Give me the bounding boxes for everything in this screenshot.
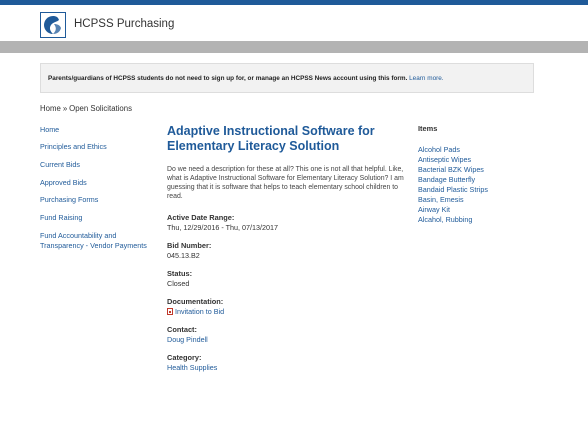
pdf-file-icon bbox=[167, 308, 173, 315]
learn-more-link[interactable]: Learn more. bbox=[409, 75, 443, 82]
contact-link[interactable]: Doug Pindell bbox=[167, 335, 208, 344]
item-link[interactable]: Alcahol, Rubbing bbox=[418, 215, 472, 224]
sidebar-item-fund-raising[interactable]: Fund Raising bbox=[40, 213, 82, 223]
site-header: HCPSS Purchasing bbox=[0, 5, 588, 41]
site-title[interactable]: HCPSS Purchasing bbox=[74, 18, 174, 30]
status-value: Closed bbox=[167, 279, 190, 288]
status-label: Status: bbox=[167, 269, 193, 278]
sidebar-item-current-bids[interactable]: Current Bids bbox=[40, 160, 80, 170]
item-link[interactable]: Alcohol Pads bbox=[418, 145, 460, 154]
documentation-row: Invitation to Bid bbox=[167, 307, 224, 316]
item-link[interactable]: Antiseptic Wipes bbox=[418, 155, 471, 164]
bid-number-value: 045.13.B2 bbox=[167, 251, 200, 260]
page-title: Adaptive Instructional Software for Elem… bbox=[167, 124, 375, 153]
notice-text: Parents/guardians of HCPSS students do n… bbox=[48, 75, 408, 82]
item-link[interactable]: Basin, Emesis bbox=[418, 195, 464, 204]
sidebar-item-purchasing-forms[interactable]: Purchasing Forms bbox=[40, 195, 98, 205]
items-title: Items bbox=[418, 124, 438, 133]
item-link[interactable]: Bacterial BZK Wipes bbox=[418, 165, 484, 174]
breadcrumb: Home» Open Solicitations bbox=[40, 104, 132, 113]
active-date-value: Thu, 12/29/2016 - Thu, 07/13/2017 bbox=[167, 223, 278, 232]
bid-number-label: Bid Number: bbox=[167, 241, 212, 250]
sidebar-item-fund-accountability[interactable]: Fund Accountability and Transparency - V… bbox=[40, 231, 160, 250]
item-link[interactable]: Bandage Butterfly bbox=[418, 175, 475, 184]
breadcrumb-current: Open Solicitations bbox=[69, 104, 132, 113]
active-date-label: Active Date Range: bbox=[167, 213, 235, 222]
nav-bar bbox=[0, 41, 588, 53]
notice-banner: Parents/guardians of HCPSS students do n… bbox=[40, 63, 534, 93]
documentation-label: Documentation: bbox=[167, 297, 224, 306]
invitation-to-bid-link[interactable]: Invitation to Bid bbox=[175, 307, 224, 316]
sidebar-item-approved-bids[interactable]: Approved Bids bbox=[40, 178, 87, 188]
bid-description: Do we need a description for these at al… bbox=[167, 166, 404, 200]
hcpss-logo-icon[interactable] bbox=[40, 12, 66, 38]
category-label: Category: bbox=[167, 353, 202, 362]
item-link[interactable]: Airway Kit bbox=[418, 205, 450, 214]
category-link[interactable]: Health Supplies bbox=[167, 363, 217, 372]
sidebar-item-home[interactable]: Home bbox=[40, 125, 59, 135]
sidebar-item-principles-and-ethics[interactable]: Principles and Ethics bbox=[40, 142, 107, 152]
breadcrumb-home[interactable]: Home bbox=[40, 104, 61, 113]
contact-label: Contact: bbox=[167, 325, 197, 334]
item-link[interactable]: Bandaid Plastic Strips bbox=[418, 185, 488, 194]
breadcrumb-separator: » bbox=[62, 104, 68, 113]
